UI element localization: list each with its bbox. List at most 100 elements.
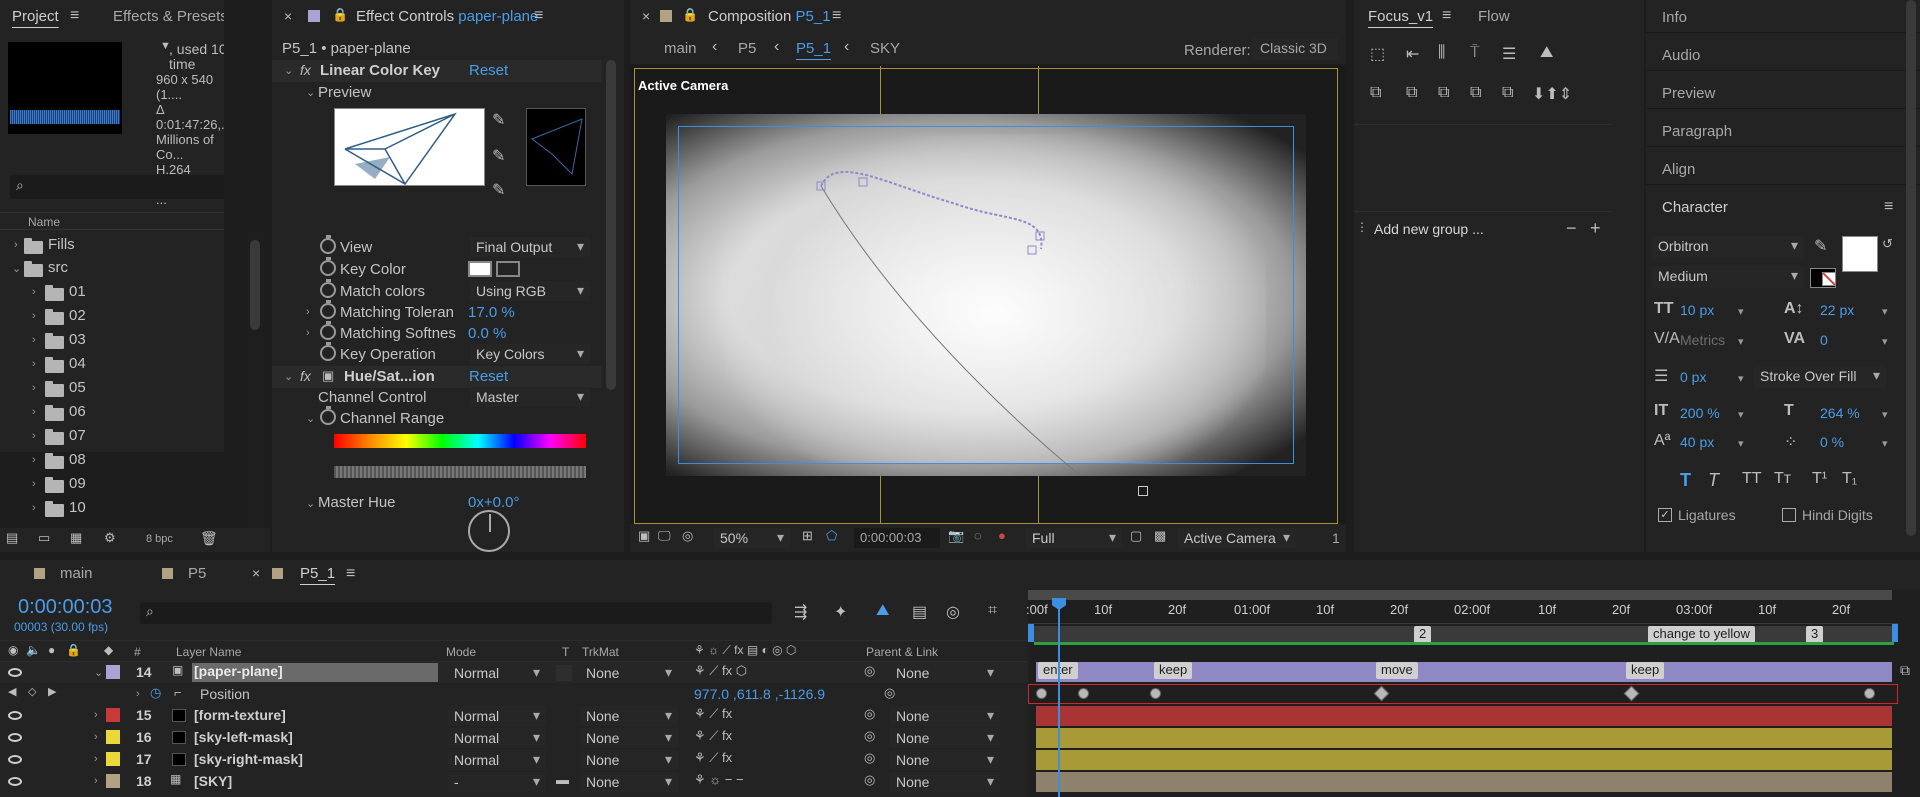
graph-editor-icon[interactable]: ⌗: [988, 602, 997, 620]
grid-icon[interactable]: ⊞: [802, 528, 813, 544]
nav-p5-1[interactable]: P5_1: [796, 40, 831, 57]
panel-menu-icon[interactable]: ≡: [1884, 198, 1893, 216]
stopwatch-icon[interactable]: [320, 321, 336, 340]
comp-e-icon[interactable]: ⧉: [1502, 84, 1513, 102]
stopwatch-icon[interactable]: [320, 406, 336, 425]
expression-pickwhip-icon[interactable]: ◎: [884, 685, 895, 701]
keyframe[interactable]: [1036, 688, 1047, 699]
faux-italic-icon[interactable]: T: [1708, 470, 1719, 491]
track-matte-toggle[interactable]: [556, 665, 572, 681]
eyedropper-icon[interactable]: ✎: [492, 110, 505, 130]
region-icon[interactable]: ▣: [638, 528, 650, 544]
transparency-grid-icon[interactable]: ▩: [1154, 528, 1166, 544]
layer-row-sky-left-mask[interactable]: › 16 [sky-left-mask] Normal None ⚘ ⟋ fx …: [0, 727, 1028, 748]
trkmat-dropdown[interactable]: None: [580, 750, 678, 770]
tab-composition[interactable]: Composition P5_1: [708, 8, 831, 25]
frame-blending-icon[interactable]: ▤: [912, 602, 927, 622]
mode-dropdown[interactable]: -: [448, 772, 546, 792]
tab-project[interactable]: Project: [12, 8, 59, 25]
fx-icon[interactable]: fx: [300, 368, 311, 384]
timeline-search-input[interactable]: ⌕: [140, 602, 772, 624]
layer-row-paper-plane[interactable]: ⌄ 14 ▣ [paper-plane] Normal None ⚘ ⟋ fx …: [0, 662, 1028, 683]
sort-arrows-icon[interactable]: ⬇⬆⇕: [1532, 84, 1572, 104]
parent-dropdown[interactable]: None: [890, 750, 1000, 770]
current-timecode[interactable]: 0:00:00:03: [18, 596, 113, 619]
comp-d-icon[interactable]: ⧉: [1470, 84, 1481, 102]
layer-name[interactable]: [form-texture]: [194, 707, 286, 723]
layer-name[interactable]: [sky-left-mask]: [194, 729, 293, 745]
new-comp-icon[interactable]: ▦: [70, 530, 82, 546]
time-ruler[interactable]: :00f 10f 20f 01:00f 10f 20f 02:00f 10f 2…: [1026, 600, 1898, 624]
playhead[interactable]: [1058, 598, 1060, 797]
region-of-interest-icon[interactable]: ▢: [1130, 528, 1142, 544]
layer-label-color[interactable]: [106, 752, 120, 766]
keyframe[interactable]: [1150, 688, 1161, 699]
tsume-value[interactable]: 0 %: [1820, 434, 1844, 450]
panel-preview[interactable]: Preview: [1662, 85, 1715, 102]
select-bounds-icon[interactable]: ⬚: [1370, 44, 1385, 64]
layer-marker[interactable]: keep: [1626, 662, 1665, 679]
interpret-footage-icon[interactable]: ▤: [6, 530, 18, 546]
project-scrollbar[interactable]: [246, 232, 264, 530]
project-settings-icon[interactable]: ⚙: [104, 530, 116, 546]
layer-name[interactable]: [sky-right-mask]: [194, 751, 303, 767]
reset-button[interactable]: Reset: [469, 368, 508, 385]
time-graph[interactable]: :00f 10f 20f 01:00f 10f 20f 02:00f 10f 2…: [1026, 590, 1920, 797]
comp-c-icon[interactable]: ⧉: [1438, 84, 1449, 102]
layer-marker[interactable]: keep: [1154, 662, 1193, 679]
drag-handle-icon[interactable]: ⋮: [1356, 220, 1368, 234]
monitor-icon[interactable]: 🖵: [658, 528, 671, 544]
viewer[interactable]: Active Camera: [630, 66, 1346, 524]
renderer-button[interactable]: Classic 3D: [1252, 38, 1338, 60]
parent-dropdown[interactable]: None: [890, 663, 1000, 683]
zoom-dropdown[interactable]: 50%: [714, 528, 790, 548]
layer-name-header[interactable]: Layer Name: [176, 645, 241, 659]
align-left-icon[interactable]: ⇤: [1406, 44, 1419, 64]
eyedropper-icon[interactable]: ✎: [1814, 236, 1827, 256]
eye-icon[interactable]: [8, 733, 22, 742]
panel-menu-icon[interactable]: ≡: [70, 7, 79, 25]
close-icon[interactable]: ×: [252, 565, 260, 581]
parent-dropdown[interactable]: None: [890, 772, 1000, 792]
comp-canvas[interactable]: [666, 114, 1306, 476]
view-count[interactable]: 1: [1332, 530, 1340, 546]
tab-p5-1[interactable]: P5_1: [300, 565, 335, 582]
layer-switches[interactable]: ⚘ ⟋ fx: [694, 728, 732, 744]
pickwhip-icon[interactable]: ◎: [864, 772, 875, 788]
mask-icon[interactable]: ◎: [682, 528, 693, 544]
position-property-row[interactable]: ◀ ◇ ▶ › ◷ ⌐ Position 977.0 ,611.8 ,-1126…: [0, 684, 1028, 705]
keyframe[interactable]: [1864, 688, 1875, 699]
master-hue-value[interactable]: 0x+0.0°: [468, 494, 519, 511]
small-caps-icon[interactable]: Tт: [1774, 470, 1791, 488]
comp-marker[interactable]: change to yellow: [1648, 626, 1755, 643]
panel-audio[interactable]: Audio: [1662, 47, 1700, 64]
hue-dial[interactable]: [468, 510, 510, 552]
parent-dropdown[interactable]: None: [890, 728, 1000, 748]
motion-blur-icon[interactable]: ◎: [946, 602, 960, 622]
stopwatch-icon[interactable]: [320, 342, 336, 361]
prev-keyframe-icon[interactable]: ◀: [8, 685, 16, 698]
trkmat-dropdown[interactable]: None: [580, 663, 678, 683]
eye-icon[interactable]: [8, 711, 22, 720]
mode-dropdown[interactable]: Normal: [448, 663, 546, 683]
keyframe[interactable]: [1078, 688, 1089, 699]
close-icon[interactable]: ×: [284, 8, 292, 24]
mode-dropdown[interactable]: Normal: [448, 706, 546, 726]
trkmat-header[interactable]: TrkMat: [582, 645, 619, 659]
layer-label-color[interactable]: [106, 665, 120, 679]
tab-effect-controls[interactable]: Effect Controls paper-plane: [356, 8, 538, 25]
add-group-row[interactable]: ⋮ Add new group ... − +: [1354, 218, 1626, 240]
comp-a-icon[interactable]: ⧉: [1370, 84, 1381, 102]
layer-switches[interactable]: ⚘ ⟋ fx ⬡: [694, 663, 747, 679]
mountain-icon[interactable]: ⛰: [1540, 44, 1553, 62]
color-channels-icon[interactable]: ●: [998, 528, 1006, 543]
graph-icon[interactable]: ⌐: [174, 685, 182, 700]
panel-character[interactable]: Character: [1662, 199, 1728, 216]
layer-row-form-texture[interactable]: › 15 [form-texture] Normal None ⚘ ⟋ fx ◎…: [0, 705, 1028, 726]
layer-bar-sky-right-mask[interactable]: [1036, 750, 1892, 770]
anchor-icon[interactable]: ⍑: [1470, 44, 1480, 62]
panel-menu-icon[interactable]: ≡: [832, 7, 841, 25]
comp-b-icon[interactable]: ⧉: [1406, 84, 1417, 102]
key-color-swatch[interactable]: [468, 261, 492, 277]
trkmat-dropdown[interactable]: None: [580, 728, 678, 748]
